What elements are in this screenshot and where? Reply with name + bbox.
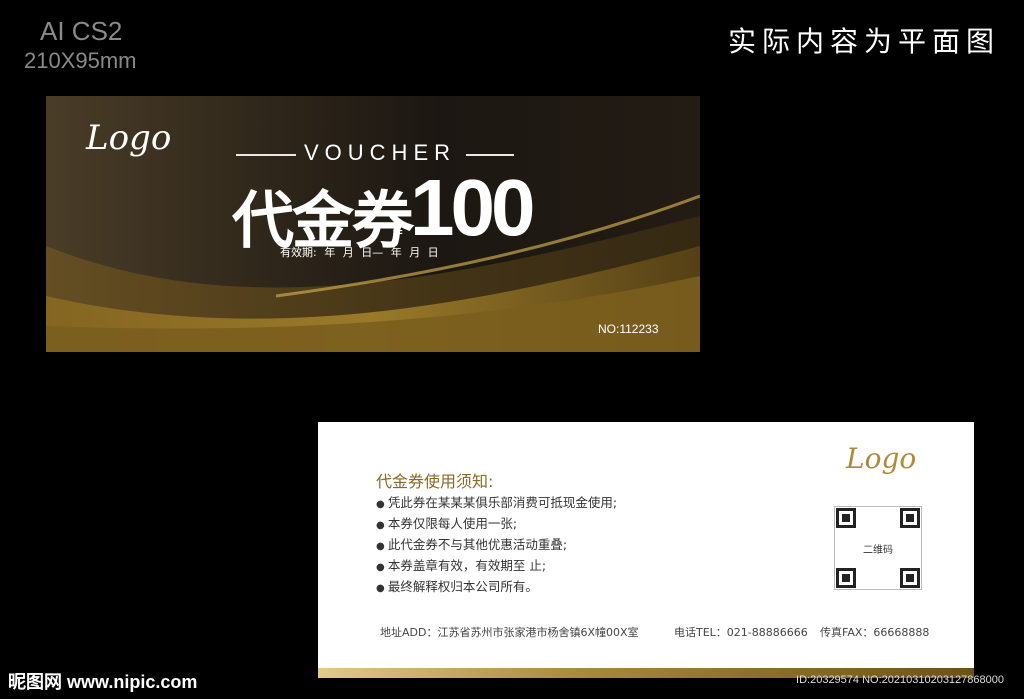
serial-number: NO:112233 — [598, 322, 659, 336]
validity-period: 有效期: 年 月 日— 年 月 日 — [280, 246, 439, 259]
qr-corner-icon — [836, 568, 856, 588]
voucher-front: Logo VOUCHER 代金券 ¥ 100 有效期: 年 月 日— 年 月 日… — [46, 96, 700, 352]
flat-note: 实际内容为平面图 — [727, 25, 1000, 58]
qr-code-placeholder: 二维码 — [834, 506, 922, 590]
notice-title: 代金券使用须知: — [376, 472, 494, 491]
voucher-amount: 100 — [410, 163, 536, 252]
qr-label: 二维码 — [863, 545, 893, 556]
voucher-line-right — [466, 154, 514, 156]
rules-list: 凭此券在某某某俱乐部消费可抵现金使用; 本券仅限每人使用一张; 此代金券不与其他… — [376, 492, 617, 597]
footer-tel: 电话TEL：021-88886666 — [674, 626, 808, 639]
rule-item: 本券仅限每人使用一张; — [376, 513, 617, 534]
rule-item: 此代金券不与其他优惠活动重叠; — [376, 534, 617, 555]
footer-address: 地址ADD：江苏省苏州市张家港市杨舍镇6X幢00X室 — [380, 626, 639, 639]
rule-item: 最终解释权归本公司所有。 — [376, 576, 617, 597]
footer-fax: 传真FAX：66668888 — [820, 626, 930, 639]
watermark-id: ID:20329574 NO:20210310203127868000 — [796, 674, 1004, 686]
qr-corner-icon — [900, 508, 920, 528]
size-label: 210X95mm — [24, 48, 137, 73]
watermark-site: 昵图网 www.nipic.com — [8, 672, 198, 692]
rule-item: 本券盖章有效，有效期至 止; — [376, 555, 617, 576]
qr-corner-icon — [836, 508, 856, 528]
voucher-line-left — [236, 154, 296, 156]
back-logo: Logo — [846, 442, 917, 475]
rule-item: 凭此券在某某某俱乐部消费可抵现金使用; — [376, 492, 617, 513]
qr-corner-icon — [900, 568, 920, 588]
front-logo: Logo — [86, 118, 172, 158]
voucher-back: Logo 代金券使用须知: 凭此券在某某某俱乐部消费可抵现金使用; 本券仅限每人… — [318, 422, 974, 678]
currency-symbol: ¥ — [392, 222, 404, 243]
format-label: AI CS2 — [40, 16, 123, 46]
